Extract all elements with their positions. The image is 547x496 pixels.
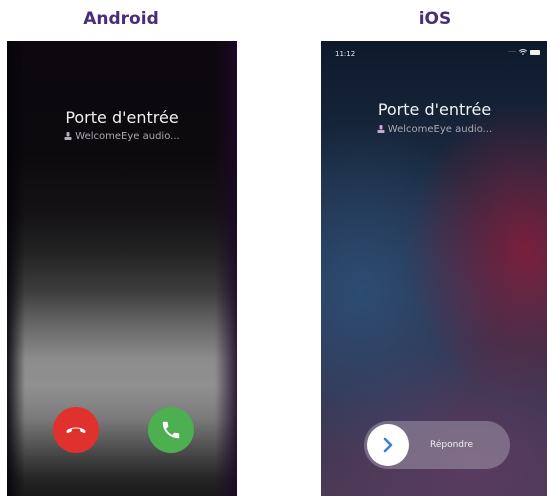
ios-caller-app-label: WelcomeEye audio... xyxy=(387,124,493,135)
chevron-right-icon xyxy=(383,437,393,453)
ios-caller-name: Porte d'entrée xyxy=(377,100,492,119)
app-icon xyxy=(64,132,72,140)
answer-label: Répondre xyxy=(430,440,474,450)
android-caller-app-label: WelcomeEye audio... xyxy=(75,131,180,142)
status-time: 11:12 xyxy=(335,50,356,58)
battery-icon xyxy=(530,49,540,55)
ios-call-screen: 11:12 ···· Porte d'entrée WelcomeEye aud… xyxy=(321,41,547,496)
ios-heading: iOS xyxy=(418,9,452,29)
phone-hangup-icon xyxy=(66,427,86,434)
answer-slider[interactable]: Répondre xyxy=(364,421,510,469)
ios-caller-app: WelcomeEye audio... xyxy=(321,124,547,135)
slider-knob[interactable] xyxy=(367,424,409,466)
signal-icon: ···· xyxy=(508,49,516,55)
android-heading: Android xyxy=(83,9,159,29)
android-call-screen: Porte d'entrée WelcomeEye audio... xyxy=(7,41,237,496)
wifi-icon xyxy=(519,49,527,55)
decline-call-button[interactable] xyxy=(53,407,99,453)
app-icon xyxy=(377,125,385,133)
android-caller-name: Porte d'entrée xyxy=(65,108,179,127)
phone-answer-icon xyxy=(162,421,180,439)
status-icons: ···· xyxy=(508,49,540,55)
android-caller-app: WelcomeEye audio... xyxy=(7,131,237,142)
accept-call-button[interactable] xyxy=(148,407,194,453)
